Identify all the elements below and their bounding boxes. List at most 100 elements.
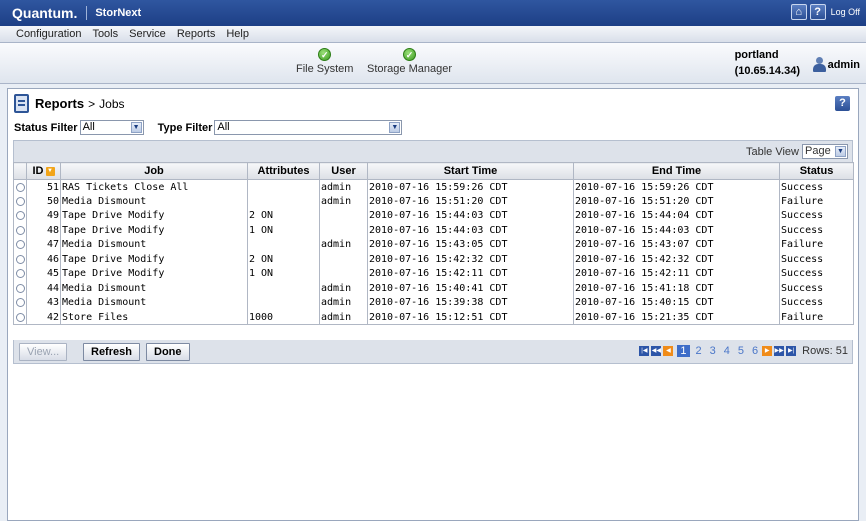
table-row[interactable]: 44 Media Dismount admin 2010-07-16 15:40:41… [13, 281, 854, 296]
cell-status: Success [779, 223, 854, 238]
refresh-button[interactable]: Refresh [83, 343, 140, 361]
row-select-radio[interactable] [16, 240, 25, 250]
cell-user: admin [319, 179, 368, 194]
menu-reports[interactable]: Reports [177, 28, 216, 40]
column-status[interactable]: Status [779, 162, 854, 180]
menu-service[interactable]: Service [129, 28, 166, 40]
cell-select[interactable] [13, 295, 27, 310]
view-button[interactable]: View... [19, 343, 68, 361]
menu-help[interactable]: Help [226, 28, 249, 40]
cell-start: 2010-07-16 15:43:05 CDT [367, 237, 574, 252]
table-row[interactable]: 42 Store Files 1000 admin 2010-07-16 15:12:5… [13, 310, 854, 325]
cell-start: 2010-07-16 15:59:26 CDT [367, 179, 574, 194]
product-name: StorNext [95, 7, 142, 19]
table-view-label: Table View [746, 145, 799, 158]
row-select-radio[interactable] [16, 283, 25, 293]
cell-job: Tape Drive Modify [60, 252, 248, 267]
table-row[interactable]: 45 Tape Drive Modify 1 ON 2010-07-16 15:42:… [13, 266, 854, 281]
cell-end: 2010-07-16 15:43:07 CDT [573, 237, 780, 252]
status-filter-label: Status Filter [14, 121, 78, 134]
filter-bar: Status Filter All ▼ Type Filter All ▼ [14, 120, 403, 135]
table-row[interactable]: 47 Media Dismount admin 2010-07-16 15:43:05… [13, 237, 854, 252]
cell-select[interactable] [13, 266, 27, 281]
logoff-link[interactable]: Log Off [831, 7, 860, 17]
cell-status: Success [779, 281, 854, 296]
cell-select[interactable] [13, 237, 27, 252]
cell-user: admin [319, 281, 368, 296]
table-row[interactable]: 43 Media Dismount admin 2010-07-16 15:39:38… [13, 295, 854, 310]
breadcrumb-separator: > [88, 96, 96, 111]
cell-id: 44 [26, 281, 61, 296]
cell-user [319, 208, 368, 223]
cell-status: Success [779, 252, 854, 267]
column-attributes[interactable]: Attributes [247, 162, 320, 180]
menu-configuration[interactable]: Configuration [16, 28, 81, 40]
table-row[interactable]: 48 Tape Drive Modify 1 ON 2010-07-16 15:44:… [13, 223, 854, 238]
menu-tools[interactable]: Tools [92, 28, 118, 40]
cell-attributes: 1 ON [247, 266, 320, 281]
cell-select[interactable] [13, 179, 27, 194]
last-page-icon[interactable]: ▶| [786, 346, 797, 356]
column-id[interactable]: ID ▼ [26, 162, 61, 180]
service-file-system[interactable]: ✓ File System [296, 48, 353, 75]
jobs-table-body: 51 RAS Tickets Close All admin 2010-07-16 1… [13, 179, 854, 325]
type-filter-value: All [217, 121, 230, 133]
prev-page-icon[interactable]: ◀ [663, 346, 674, 356]
type-filter-select[interactable]: All ▼ [214, 120, 403, 135]
cell-select[interactable] [13, 208, 27, 223]
page-link[interactable]: 4 [724, 345, 730, 357]
table-row[interactable]: 50 Media Dismount admin 2010-07-16 15:51:20… [13, 194, 854, 209]
service-storage-manager[interactable]: ✓ Storage Manager [367, 48, 452, 75]
row-select-radio[interactable] [16, 225, 25, 235]
cell-user: admin [319, 237, 368, 252]
column-select [13, 162, 27, 180]
table-row[interactable]: 51 RAS Tickets Close All admin 2010-07-16 1… [13, 179, 854, 194]
cell-start: 2010-07-16 15:44:03 CDT [367, 223, 574, 238]
cell-select[interactable] [13, 252, 27, 267]
cell-attributes: 2 ON [247, 252, 320, 267]
first-page-icon[interactable]: |◀ [639, 346, 650, 356]
row-select-radio[interactable] [16, 211, 25, 221]
cell-select[interactable] [13, 281, 27, 296]
status-filter-value: All [82, 121, 95, 133]
cell-user: admin [319, 295, 368, 310]
next-page-icon[interactable]: ▶ [762, 346, 773, 356]
table-row[interactable]: 49 Tape Drive Modify 2 ON 2010-07-16 15:44:… [13, 208, 854, 223]
table-view-select[interactable]: Page ▼ [802, 144, 848, 159]
cell-select[interactable] [13, 223, 27, 238]
table-view: Table View Page ▼ [746, 144, 848, 159]
cell-end: 2010-07-16 15:44:03 CDT [573, 223, 780, 238]
cell-select[interactable] [13, 194, 27, 209]
cell-job: Media Dismount [60, 281, 248, 296]
column-job[interactable]: Job [60, 162, 248, 180]
page-link[interactable]: 6 [752, 345, 758, 357]
home-icon[interactable]: ⌂ [790, 4, 807, 20]
page-link[interactable]: 5 [738, 345, 744, 357]
page-link[interactable]: 1 [677, 345, 690, 357]
row-select-radio[interactable] [16, 298, 25, 308]
row-select-radio[interactable] [16, 312, 25, 322]
page-link[interactable]: 2 [696, 345, 702, 357]
cell-attributes [247, 237, 320, 252]
row-select-radio[interactable] [16, 196, 25, 206]
status-filter-select[interactable]: All ▼ [79, 120, 144, 135]
row-select-radio[interactable] [16, 269, 25, 279]
cell-start: 2010-07-16 15:39:38 CDT [367, 295, 574, 310]
cell-select[interactable] [13, 310, 27, 325]
page-link[interactable]: 3 [710, 345, 716, 357]
table-row[interactable]: 46 Tape Drive Modify 2 ON 2010-07-16 15:42:… [13, 252, 854, 267]
page-help-icon[interactable]: ? [835, 96, 850, 111]
column-user[interactable]: User [319, 162, 368, 180]
prev-set-icon[interactable]: ◀◀ [651, 346, 662, 356]
column-end-time[interactable]: End Time [573, 162, 780, 180]
cell-status: Failure [779, 237, 854, 252]
hostname: portland [734, 49, 779, 61]
next-set-icon[interactable]: ▶▶ [774, 346, 785, 356]
cell-end: 2010-07-16 15:42:32 CDT [573, 252, 780, 267]
help-icon[interactable]: ? [809, 4, 826, 20]
cell-attributes [247, 295, 320, 310]
row-select-radio[interactable] [16, 182, 25, 192]
done-button[interactable]: Done [146, 343, 190, 361]
column-start-time[interactable]: Start Time [367, 162, 574, 180]
row-select-radio[interactable] [16, 254, 25, 264]
